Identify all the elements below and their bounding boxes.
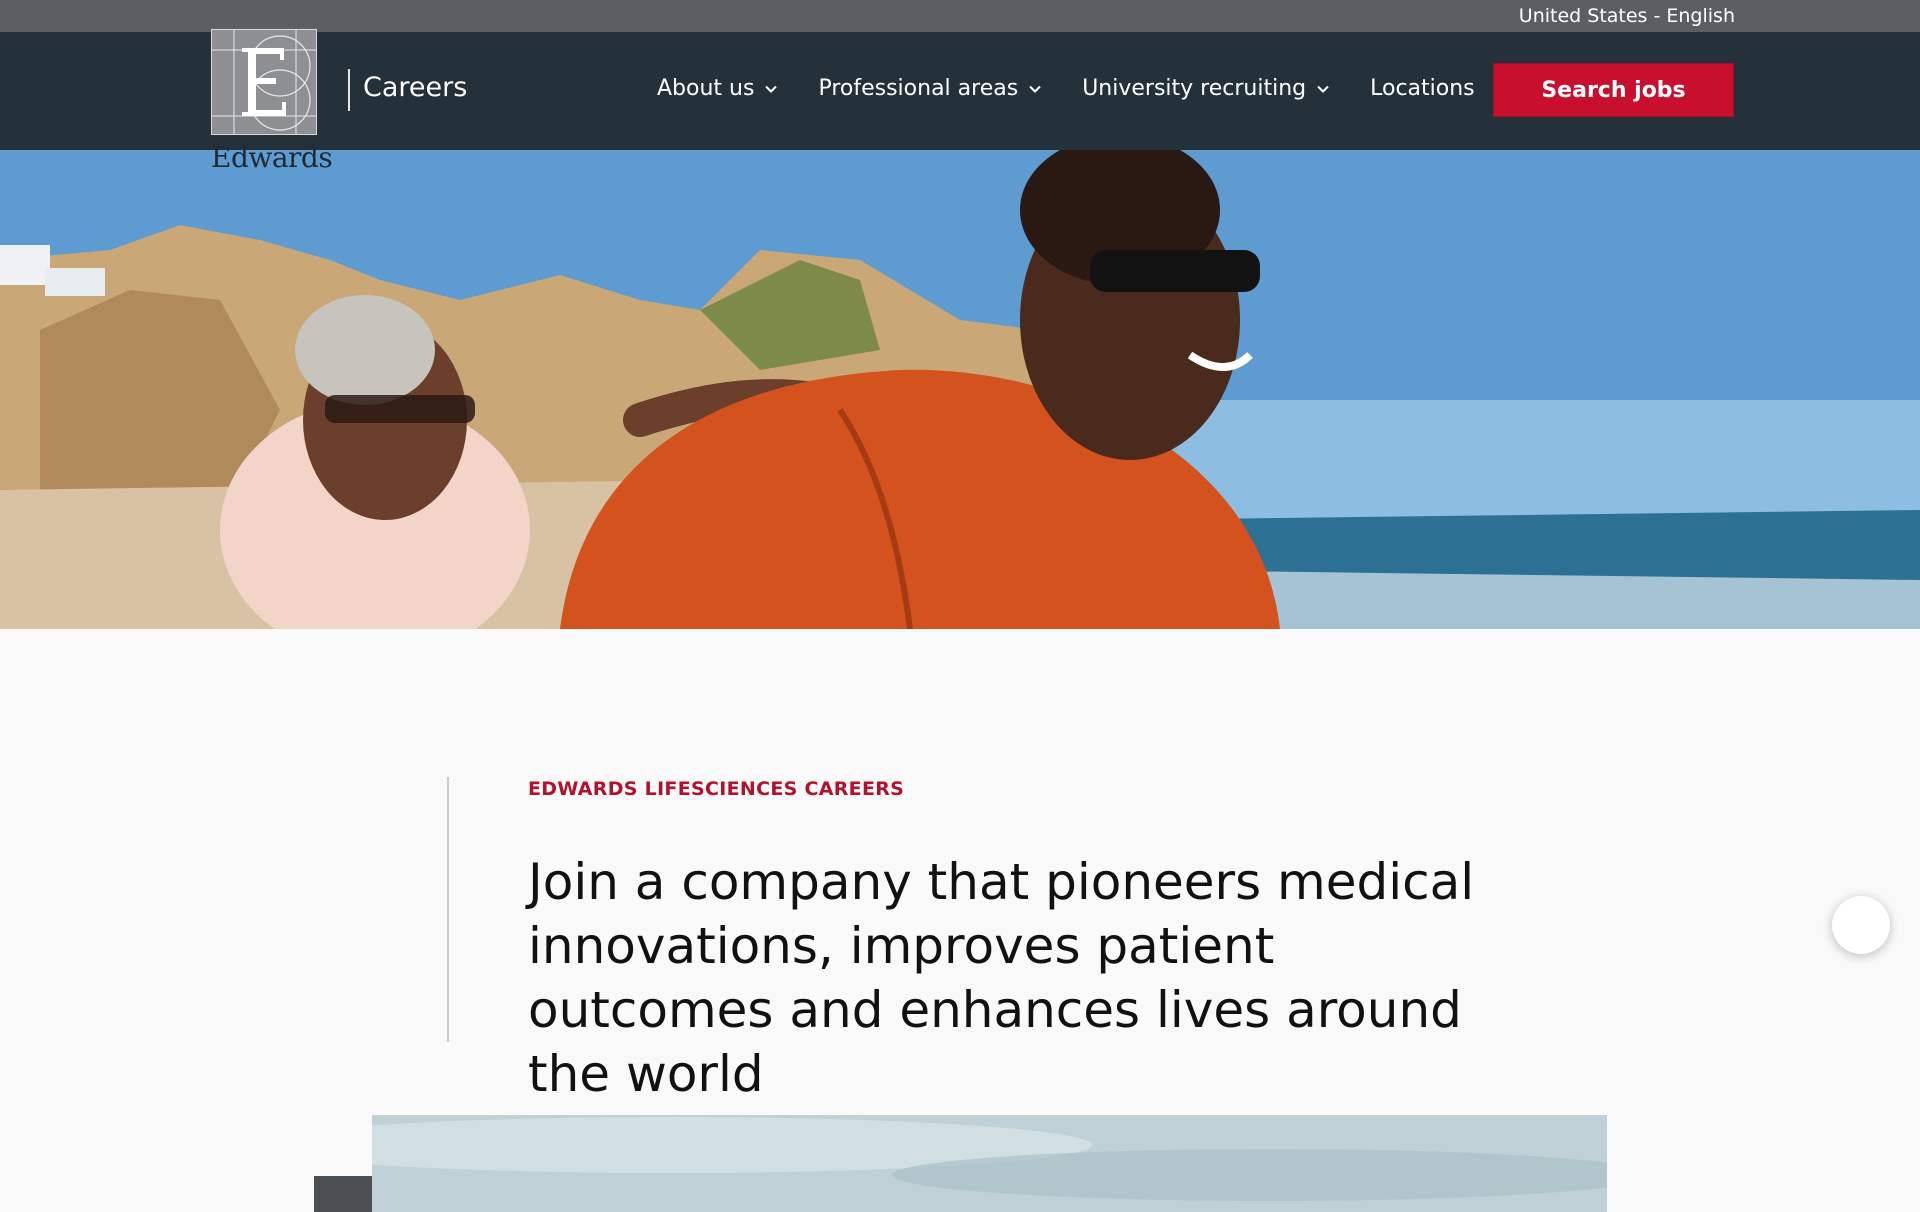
nav-item-university-recruiting[interactable]: University recruiting [1082,76,1330,101]
edwards-logo-mark [211,29,317,135]
nav-item-locations[interactable]: Locations [1370,76,1475,101]
intro-divider [447,777,449,1042]
search-jobs-button[interactable]: Search jobs [1493,63,1734,117]
logo-wordmark: Edwards [211,141,333,174]
edwards-logo[interactable]: Edwards [211,29,333,204]
decorative-block [314,1176,372,1212]
nav-divider [348,69,350,111]
chevron-down-icon [765,85,778,93]
feature-image [372,1115,1607,1212]
chevron-down-icon [1317,85,1329,93]
chevron-down-icon [1029,85,1041,93]
nav-item-label: Locations [1370,76,1475,101]
page-headline: Join a company that pioneers medical inn… [528,853,1475,1103]
nav-item-professional-areas[interactable]: Professional areas [818,76,1042,101]
nav-item-about-us[interactable]: About us [657,76,778,101]
hero-image [0,150,1920,629]
careers-title[interactable]: Careers [363,72,467,103]
nav-item-label: About us [657,76,755,101]
nav-item-label: Professional areas [818,76,1019,101]
utility-bar: United States - English [0,0,1920,32]
nav-item-label: University recruiting [1082,76,1307,101]
primary-menu: About us Professional areas University r… [657,76,1515,101]
floating-action-button[interactable] [1832,896,1890,954]
locale-selector[interactable]: United States - English [1519,5,1735,27]
section-eyebrow: EDWARDS LIFESCIENCES CAREERS [528,778,905,800]
